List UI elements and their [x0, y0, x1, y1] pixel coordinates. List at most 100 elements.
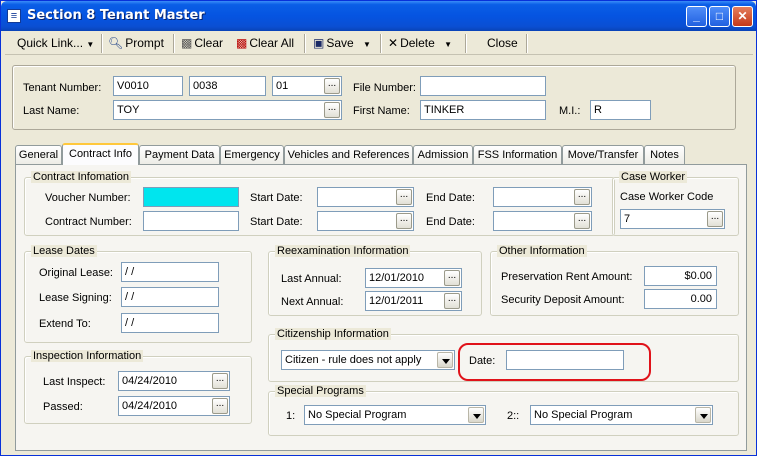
contract-info-panel: Contract Infomation Voucher Number: Star… — [15, 164, 747, 451]
start-date-field-2[interactable]: ... — [317, 211, 414, 231]
original-lease-field[interactable]: / / — [121, 262, 219, 282]
tab-admission[interactable]: Admission — [413, 145, 473, 165]
mi-field[interactable]: R — [590, 100, 651, 120]
voucher-number-label: Voucher Number: — [45, 192, 131, 204]
clear-all-label: Clear All — [249, 36, 295, 50]
passed-field[interactable]: 04/24/2010... — [118, 396, 230, 416]
lookup-ellipsis-button[interactable]: ... — [324, 102, 340, 118]
tab-contract-info[interactable]: Contract Info — [62, 143, 139, 165]
date-picker-button[interactable]: ... — [212, 398, 228, 414]
save-button[interactable]: ▣ Save ▼ — [313, 35, 371, 51]
lookup-ellipsis-button[interactable]: ... — [324, 78, 340, 94]
next-annual-value: 12/01/2011 — [369, 295, 424, 307]
document-icon: ≡ — [7, 9, 21, 23]
toolbar: Quick Link... ▼ 🔍︎ Prompt ▩ Clear ▩ Clear A… — [5, 31, 753, 55]
start-date-field-1[interactable]: ... — [317, 187, 414, 207]
tenant-number-field-2[interactable]: 0038 — [189, 76, 266, 96]
reexamination-group: Reexamination Information Last Annual: 1… — [268, 245, 482, 316]
mi-label: M.I.: — [559, 105, 581, 117]
last-annual-value: 12/01/2010 — [369, 272, 425, 284]
lookup-ellipsis-button[interactable]: ... — [707, 211, 723, 227]
lease-signing-label: Lease Signing: — [39, 292, 112, 304]
preservation-rent-field[interactable]: $0.00 — [644, 266, 717, 286]
toolbar-separator — [304, 34, 306, 53]
close-icon: ✕ — [737, 9, 748, 23]
toolbar-separator — [526, 34, 528, 53]
clear-all-button[interactable]: ▩ Clear All — [236, 35, 294, 51]
next-annual-field[interactable]: 12/01/2011... — [365, 291, 462, 311]
lease-dates-legend: Lease Dates — [31, 245, 97, 257]
tenant-number-field-3[interactable]: 01... — [272, 76, 342, 96]
tab-notes[interactable]: Notes — [644, 145, 685, 165]
delete-button[interactable]: ✕ Delete ▼ — [388, 35, 452, 51]
contract-info-group: Contract Infomation Voucher Number: Star… — [24, 171, 615, 236]
date-picker-button[interactable]: ... — [444, 270, 460, 286]
tab-fss-information[interactable]: FSS Information — [473, 145, 562, 165]
tab-emergency[interactable]: Emergency — [220, 145, 284, 165]
special-program-2-value: No Special Program — [534, 409, 633, 421]
special-program-1-select[interactable]: No Special Program — [304, 405, 486, 425]
tab-payment-data[interactable]: Payment Data — [139, 145, 220, 165]
extend-to-field[interactable]: / / — [121, 313, 219, 333]
contract-number-field[interactable] — [143, 211, 239, 231]
other-information-legend: Other Information — [497, 245, 587, 257]
prompt-button[interactable]: 🔍︎ Prompt — [108, 35, 164, 51]
close-button[interactable]: Close — [487, 35, 518, 51]
passed-label: Passed: — [43, 401, 83, 413]
next-annual-label: Next Annual: — [281, 296, 344, 308]
magnifier-icon: 🔍︎ — [108, 36, 124, 50]
maximize-button[interactable]: □ — [709, 6, 730, 27]
lease-signing-field[interactable]: / / — [121, 287, 219, 307]
date-picker-button[interactable]: ... — [212, 373, 228, 389]
clear-button[interactable]: ▩ Clear — [181, 35, 223, 51]
file-number-field[interactable] — [420, 76, 546, 96]
toolbar-separator — [101, 34, 103, 53]
inspection-legend: Inspection Information — [31, 350, 144, 362]
delete-label: Delete — [400, 36, 435, 50]
tab-move-transfer[interactable]: Move/Transfer — [562, 145, 644, 165]
date-picker-button[interactable]: ... — [444, 293, 460, 309]
preservation-rent-label: Preservation Rent Amount: — [501, 271, 633, 283]
case-worker-code-field[interactable]: 7... — [620, 209, 725, 229]
first-name-field[interactable]: TINKER — [420, 100, 546, 120]
tab-general[interactable]: General — [15, 145, 62, 165]
date-picker-button[interactable]: ... — [396, 189, 412, 205]
inspection-group: Inspection Information Last Inspect: 04/… — [24, 350, 252, 424]
case-worker-code-label: Case Worker Code — [620, 191, 714, 203]
tenant-number-field-1[interactable]: V0010 — [113, 76, 183, 96]
case-worker-code-value: 7 — [624, 213, 631, 225]
original-lease-label: Original Lease: — [39, 267, 113, 279]
close-label: Close — [487, 36, 518, 50]
dropdown-arrow-icon — [695, 407, 711, 423]
close-window-button[interactable]: ✕ — [732, 6, 753, 27]
date-picker-button[interactable]: ... — [396, 213, 412, 229]
clear-label: Clear — [194, 36, 224, 50]
end-date-field-2[interactable]: ... — [493, 211, 592, 231]
dropdown-arrow-icon — [468, 407, 484, 423]
date-picker-button[interactable]: ... — [574, 189, 590, 205]
citizenship-status-select[interactable]: Citizen - rule does not apply — [281, 350, 455, 370]
security-deposit-field[interactable]: 0.00 — [644, 289, 717, 309]
special-program-2-select[interactable]: No Special Program — [530, 405, 713, 425]
passed-value: 04/24/2010 — [122, 400, 178, 412]
last-inspect-label: Last Inspect: — [43, 376, 106, 388]
delete-x-icon: ✕ — [388, 36, 399, 50]
toolbar-separator — [173, 34, 175, 53]
dropdown-arrow-icon — [437, 352, 453, 368]
minimize-button[interactable]: _ — [686, 6, 707, 27]
last-name-label: Last Name: — [23, 105, 80, 117]
last-inspect-field[interactable]: 04/24/2010... — [118, 371, 230, 391]
tab-vehicles-and-references[interactable]: Vehicles and References — [284, 145, 413, 165]
end-date-field-1[interactable]: ... — [493, 187, 592, 207]
case-worker-legend: Case Worker — [619, 171, 687, 183]
reexamination-legend: Reexamination Information — [275, 245, 411, 257]
toolbar-separator — [465, 34, 467, 53]
annotation-highlight — [458, 343, 651, 381]
quick-link-button[interactable]: Quick Link... ▼ — [17, 35, 94, 51]
voucher-number-field[interactable] — [143, 187, 239, 207]
dropdown-arrow-icon: ▼ — [444, 40, 453, 49]
title-bar[interactable]: ≡ Section 8 Tenant Master _ □ ✕ — [1, 1, 756, 31]
last-name-field[interactable]: TOY... — [113, 100, 342, 120]
last-annual-field[interactable]: 12/01/2010... — [365, 268, 462, 288]
date-picker-button[interactable]: ... — [574, 213, 590, 229]
